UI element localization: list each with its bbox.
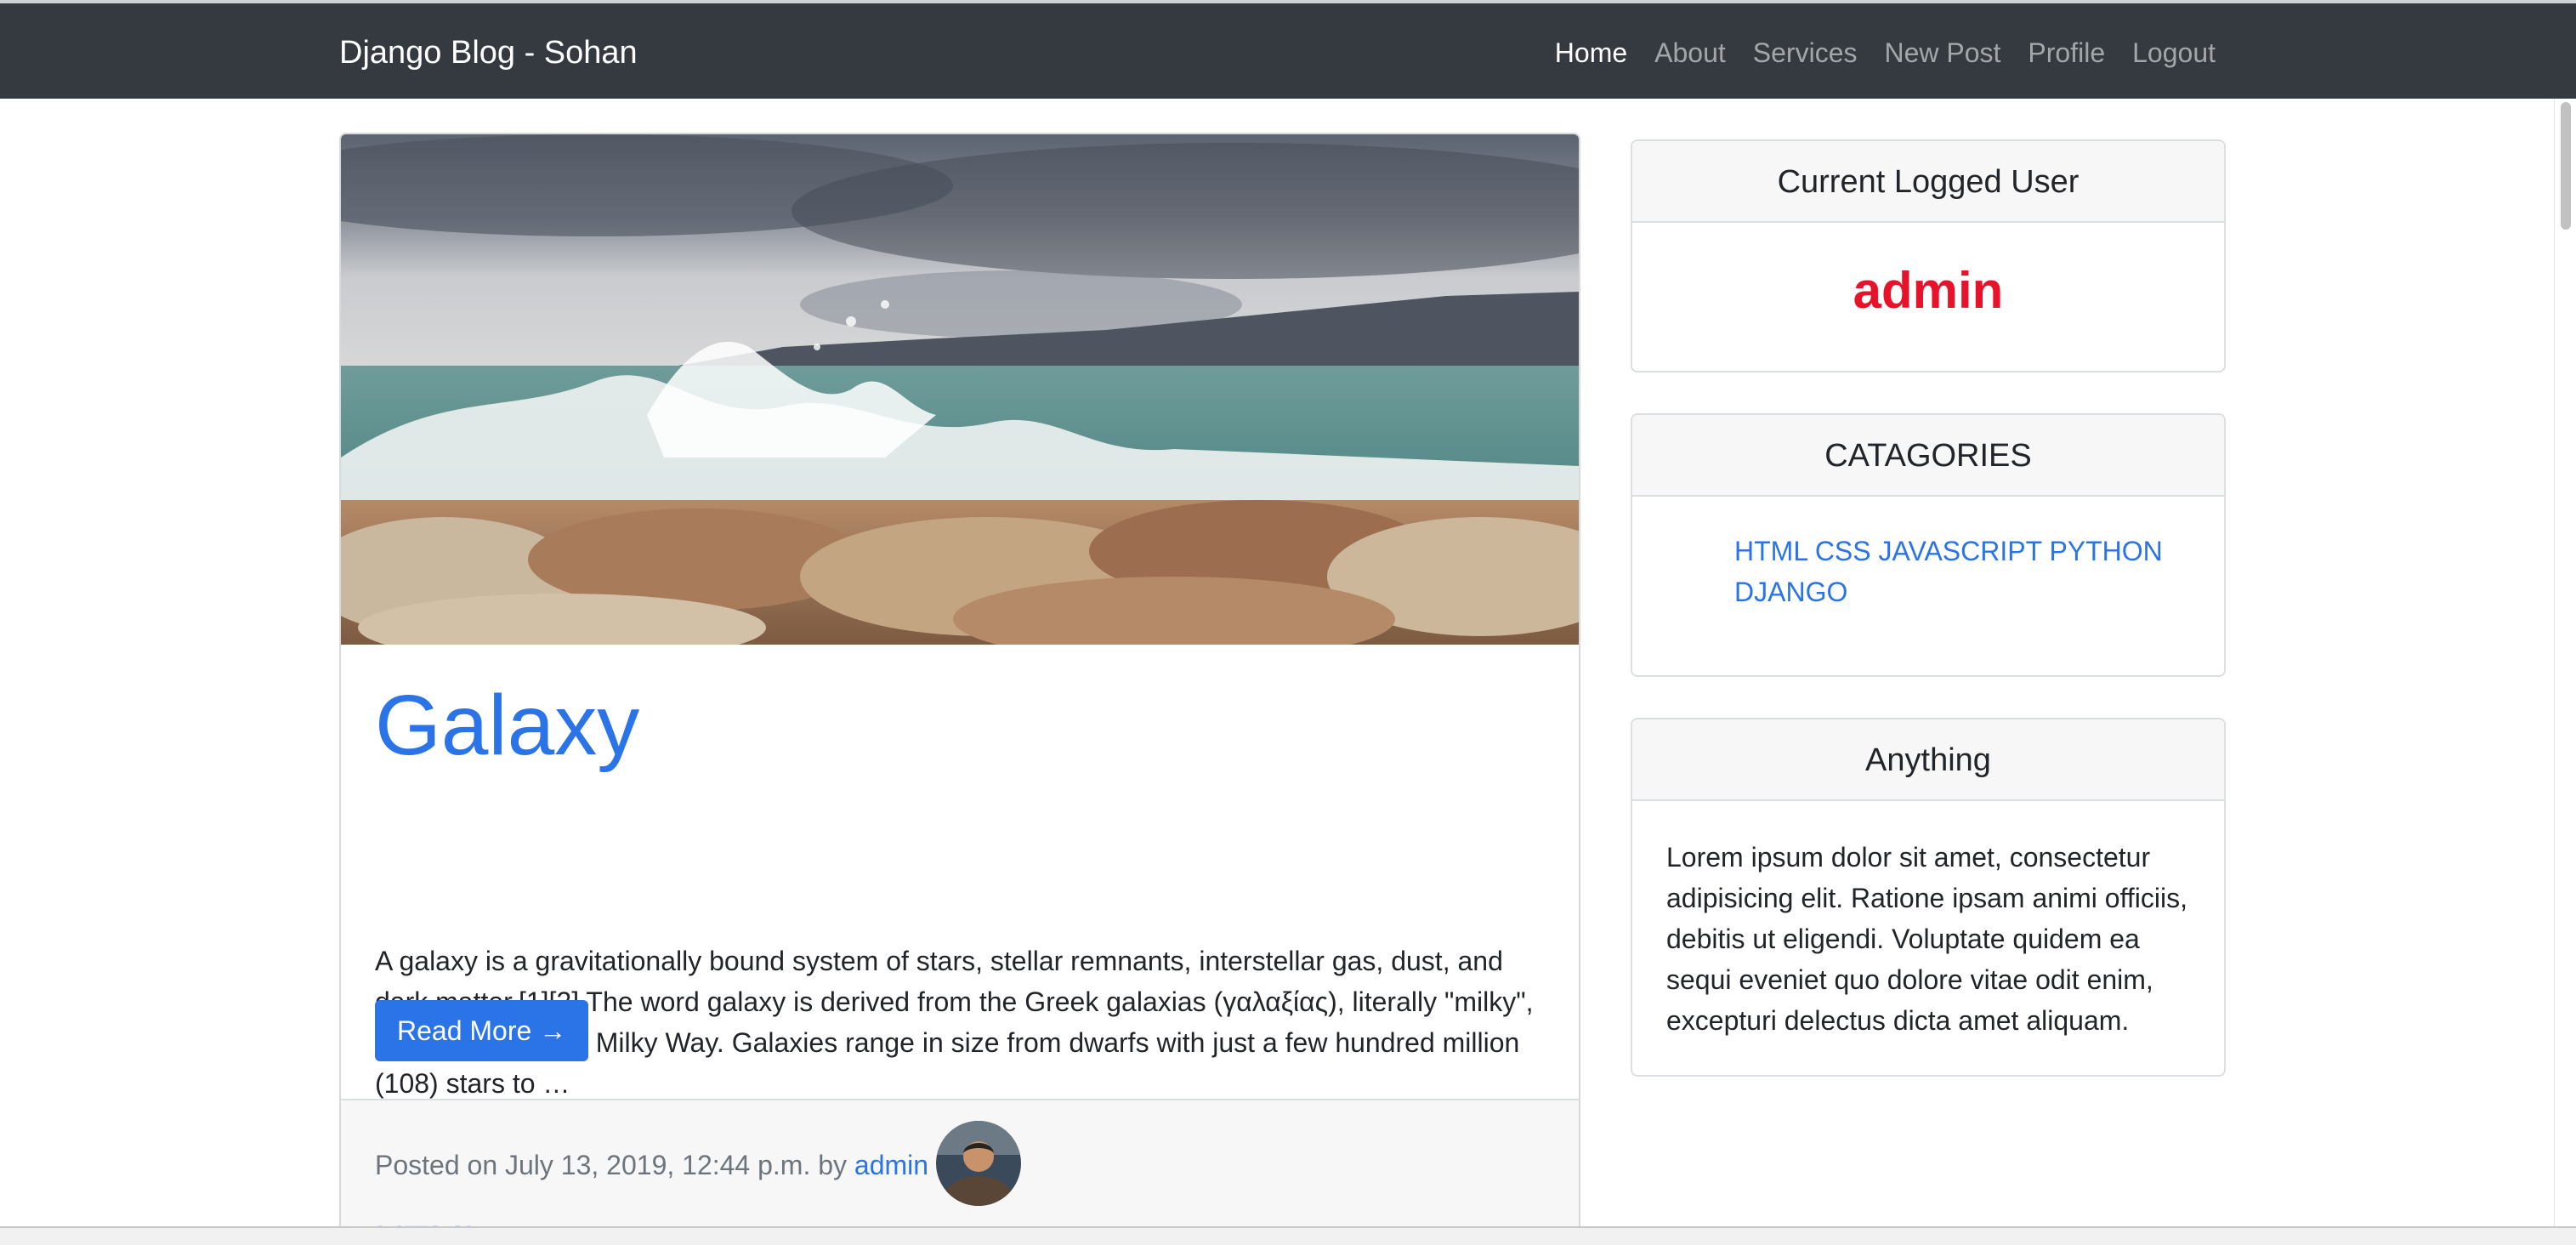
bottom-horizontal-scrollbar[interactable] <box>0 1226 2576 1245</box>
nav-link-new-post[interactable]: New Post <box>1884 34 2000 71</box>
current-user-card: Current Logged User admin <box>1631 139 2226 372</box>
category-link-python[interactable]: PYTHON <box>2049 536 2162 566</box>
author-avatar[interactable] <box>936 1121 1021 1206</box>
anything-heading: Anything <box>1632 719 2224 801</box>
nav-link-home[interactable]: Home <box>1555 34 1627 71</box>
post-title[interactable]: Galaxy <box>375 679 639 772</box>
category-link-html[interactable]: HTML <box>1734 536 1807 566</box>
category-link-javascript[interactable]: JAVASCRIPT <box>1879 536 2042 566</box>
category-link-django[interactable]: DJANGO <box>1734 577 1847 607</box>
nav-links: Home About Services New Post Profile Log… <box>1555 34 2216 71</box>
post-image <box>341 134 1579 645</box>
categories-heading: CATAGORIES <box>1632 415 2224 497</box>
post-card: Galaxy A galaxy is a gravitationally bou… <box>339 133 1580 1238</box>
current-user-heading: Current Logged User <box>1632 141 2224 223</box>
anything-text: Lorem ipsum dolor sit amet, consectetur … <box>1666 842 2188 1036</box>
nav-link-profile[interactable]: Profile <box>2028 34 2105 71</box>
nav-link-about[interactable]: About <box>1654 34 1726 71</box>
post-meta: Posted on July 13, 2019, 12:44 p.m. by a… <box>375 1146 928 1184</box>
nav-link-logout[interactable]: Logout <box>2132 34 2216 71</box>
navbar-brand[interactable]: Django Blog - Sohan <box>339 34 638 71</box>
categories-card: CATAGORIES HTML CSS JAVASCRIPT PYTHON DJ… <box>1631 413 2226 677</box>
page-scrollbar-thumb[interactable] <box>2561 102 2571 230</box>
read-more-button[interactable]: Read More → <box>375 1000 589 1061</box>
page-scrollbar[interactable] <box>2554 99 2576 1226</box>
nav-link-services[interactable]: Services <box>1753 34 1858 71</box>
anything-card: Anything Lorem ipsum dolor sit amet, con… <box>1631 718 2226 1077</box>
categories-list: HTML CSS JAVASCRIPT PYTHON DJANGO <box>1632 497 2224 612</box>
post-footer: Posted on July 13, 2019, 12:44 p.m. by a… <box>341 1099 1579 1236</box>
post-meta-prefix: Posted on July 13, 2019, 12:44 p.m. by <box>375 1150 854 1180</box>
category-link-css[interactable]: CSS <box>1815 536 1871 566</box>
post-author-link[interactable]: admin <box>854 1150 928 1180</box>
navbar: Django Blog - Sohan Home About Services … <box>0 3 2576 99</box>
current-username: admin <box>1853 262 2004 319</box>
